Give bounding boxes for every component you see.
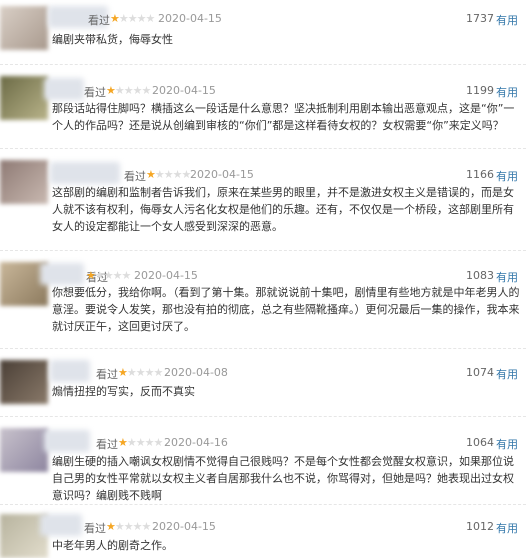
- useful-button[interactable]: 有用: [496, 520, 518, 536]
- avatar[interactable]: [0, 6, 48, 50]
- review-divider: [0, 348, 526, 350]
- star-empty-icon: ★: [141, 84, 152, 97]
- star-empty-icon: ★: [123, 520, 134, 533]
- rating-stars: ★★★★★: [110, 12, 156, 25]
- star-empty-icon: ★: [163, 168, 174, 181]
- review-divider: [0, 148, 526, 150]
- review-divider: [0, 504, 526, 506]
- useful-button[interactable]: 有用: [496, 84, 518, 100]
- star-empty-icon: ★: [172, 168, 183, 181]
- star-empty-icon: ★: [126, 366, 137, 379]
- vote-count: 1064: [466, 436, 494, 449]
- watch-status: 看过: [88, 14, 110, 27]
- watch-status: 看过: [96, 438, 118, 451]
- star-filled-icon: ★: [106, 520, 116, 533]
- vote-count: 1737: [466, 12, 494, 25]
- star-filled-icon: ★: [118, 366, 128, 379]
- rating-stars: ★★★★★: [146, 168, 191, 181]
- watch-status: 看过: [124, 170, 146, 183]
- rating-stars: ★★★★★: [86, 269, 132, 282]
- username-blurred[interactable]: [44, 78, 84, 100]
- rating-stars: ★★★★★: [118, 366, 164, 379]
- review-text: 你想要低分，我给你啊。（看到了第十集。那就说说前十集吧，剧情里有些地方就是中年老…: [52, 286, 520, 333]
- rating-stars: ★★★★★: [106, 520, 152, 533]
- watch-status: 看过: [84, 522, 106, 535]
- review-text: 那段话站得住脚吗？横插这么一段话是什么意思？坚决抵制利用剧本输出恶意观点，这是“…: [52, 102, 515, 132]
- star-empty-icon: ★: [112, 269, 123, 282]
- review-text: 中老年男人的剧奇之作。: [52, 539, 173, 552]
- star-empty-icon: ★: [123, 84, 134, 97]
- star-empty-icon: ★: [135, 436, 146, 449]
- review-date: 2020-04-15: [152, 84, 216, 97]
- rating-stars: ★★★★★: [118, 436, 164, 449]
- star-filled-icon: ★: [146, 168, 156, 181]
- watch-status: 看过: [96, 368, 118, 381]
- avatar[interactable]: [0, 76, 48, 120]
- star-empty-icon: ★: [153, 436, 164, 449]
- useful-button[interactable]: 有用: [496, 12, 518, 28]
- star-empty-icon: ★: [132, 520, 143, 533]
- avatar[interactable]: [0, 428, 48, 472]
- star-empty-icon: ★: [144, 436, 155, 449]
- review-date: 2020-04-15: [134, 269, 198, 282]
- review-divider: [0, 64, 526, 66]
- star-filled-icon: ★: [86, 269, 96, 282]
- star-empty-icon: ★: [121, 269, 132, 282]
- star-empty-icon: ★: [94, 269, 105, 282]
- star-empty-icon: ★: [126, 436, 137, 449]
- star-empty-icon: ★: [145, 12, 156, 25]
- review-text: 编剧夹带私货，侮辱女性: [52, 33, 173, 46]
- star-empty-icon: ★: [136, 12, 147, 25]
- star-empty-icon: ★: [154, 168, 165, 181]
- review-date: 2020-04-08: [164, 366, 228, 379]
- vote-count: 1012: [466, 520, 494, 533]
- star-empty-icon: ★: [144, 366, 155, 379]
- star-empty-icon: ★: [141, 520, 152, 533]
- star-filled-icon: ★: [106, 84, 116, 97]
- useful-button[interactable]: 有用: [496, 366, 518, 382]
- review-text: 这部剧的编剧和监制者告诉我们，原来在某些男的眼里，并不是激进女权主义是错误的，而…: [52, 186, 514, 233]
- rating-stars: ★★★★★: [106, 84, 152, 97]
- star-empty-icon: ★: [132, 84, 143, 97]
- vote-count: 1199: [466, 84, 494, 97]
- star-empty-icon: ★: [153, 366, 164, 379]
- vote-count: 1074: [466, 366, 494, 379]
- username-blurred[interactable]: [40, 514, 82, 536]
- review-date: 2020-04-15: [152, 520, 216, 533]
- vote-count: 1083: [466, 269, 494, 282]
- vote-count: 1166: [466, 168, 494, 181]
- useful-button[interactable]: 有用: [496, 168, 518, 184]
- review-date: 2020-04-15: [158, 12, 222, 25]
- review-date: 2020-04-15: [190, 168, 254, 181]
- avatar[interactable]: [0, 160, 48, 204]
- review-divider: [0, 416, 526, 418]
- star-empty-icon: ★: [114, 520, 125, 533]
- useful-button[interactable]: 有用: [496, 269, 518, 285]
- star-empty-icon: ★: [103, 269, 114, 282]
- star-empty-icon: ★: [114, 84, 125, 97]
- review-divider: [0, 250, 526, 252]
- review-text: 煽情扭捏的写实，反而不真实: [52, 385, 195, 398]
- avatar[interactable]: [0, 360, 48, 404]
- username-blurred[interactable]: [50, 360, 90, 382]
- username-blurred[interactable]: [40, 263, 84, 285]
- star-empty-icon: ★: [135, 366, 146, 379]
- watch-status: 看过: [84, 86, 106, 99]
- useful-button[interactable]: 有用: [496, 436, 518, 452]
- review-text: 编剧生硬的插入嘲讽女权剧情不觉得自己很贱吗？不是每个女性都会觉醒女权意识，如果那…: [52, 455, 514, 502]
- username-blurred[interactable]: [50, 162, 120, 184]
- review-date: 2020-04-16: [164, 436, 228, 449]
- star-empty-icon: ★: [127, 12, 138, 25]
- star-empty-icon: ★: [118, 12, 129, 25]
- star-filled-icon: ★: [110, 12, 120, 25]
- username-blurred[interactable]: [44, 430, 90, 452]
- star-filled-icon: ★: [118, 436, 128, 449]
